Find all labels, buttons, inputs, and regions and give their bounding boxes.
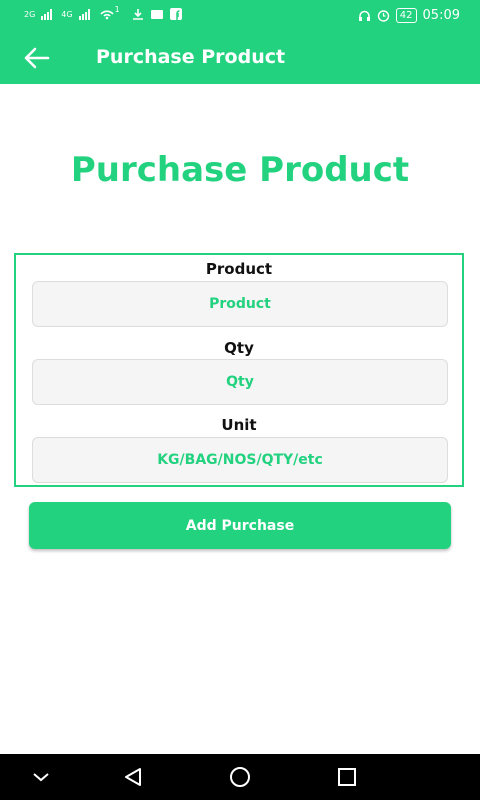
qty-input[interactable] xyxy=(32,359,448,405)
unit-input[interactable] xyxy=(32,437,448,483)
recents-square-icon[interactable] xyxy=(332,762,362,792)
wifi-icon xyxy=(99,10,114,20)
download-icon xyxy=(132,9,143,20)
add-purchase-button[interactable]: Add Purchase xyxy=(29,502,451,549)
chevron-down-icon[interactable] xyxy=(26,762,56,792)
app-bar-title: Purchase Product xyxy=(96,46,286,68)
status-left: 2G 4G 1 xyxy=(24,4,182,20)
facebook-icon xyxy=(169,8,182,20)
app-bar: Purchase Product xyxy=(0,32,480,84)
home-circle-icon[interactable] xyxy=(225,762,255,792)
product-input[interactable] xyxy=(32,281,448,327)
page-title: Purchase Product xyxy=(70,150,410,190)
battery-icon: 42 xyxy=(395,8,417,23)
arrow-left-icon[interactable] xyxy=(22,44,52,72)
status-bar: 2G 4G 1 42 05:09 xyxy=(0,0,480,32)
signal-4g-label: 4G xyxy=(61,9,73,19)
qty-label: Qty xyxy=(224,339,254,357)
unit-label: Unit xyxy=(221,416,257,434)
product-label: Product xyxy=(205,260,273,278)
system-nav-bar xyxy=(0,754,480,800)
purchase-form: Product Qty Unit xyxy=(14,253,464,487)
app-notification-icon xyxy=(150,10,163,19)
status-right: 42 05:09 xyxy=(358,8,460,23)
back-triangle-icon[interactable] xyxy=(118,762,148,792)
clock: 05:09 xyxy=(422,8,460,23)
signal-icon xyxy=(78,9,90,20)
notification-count: 1 xyxy=(114,4,120,14)
signal-2g-label: 2G xyxy=(24,9,36,19)
headset-icon xyxy=(358,10,370,21)
signal-icon xyxy=(41,9,53,20)
alarm-icon xyxy=(377,10,389,22)
